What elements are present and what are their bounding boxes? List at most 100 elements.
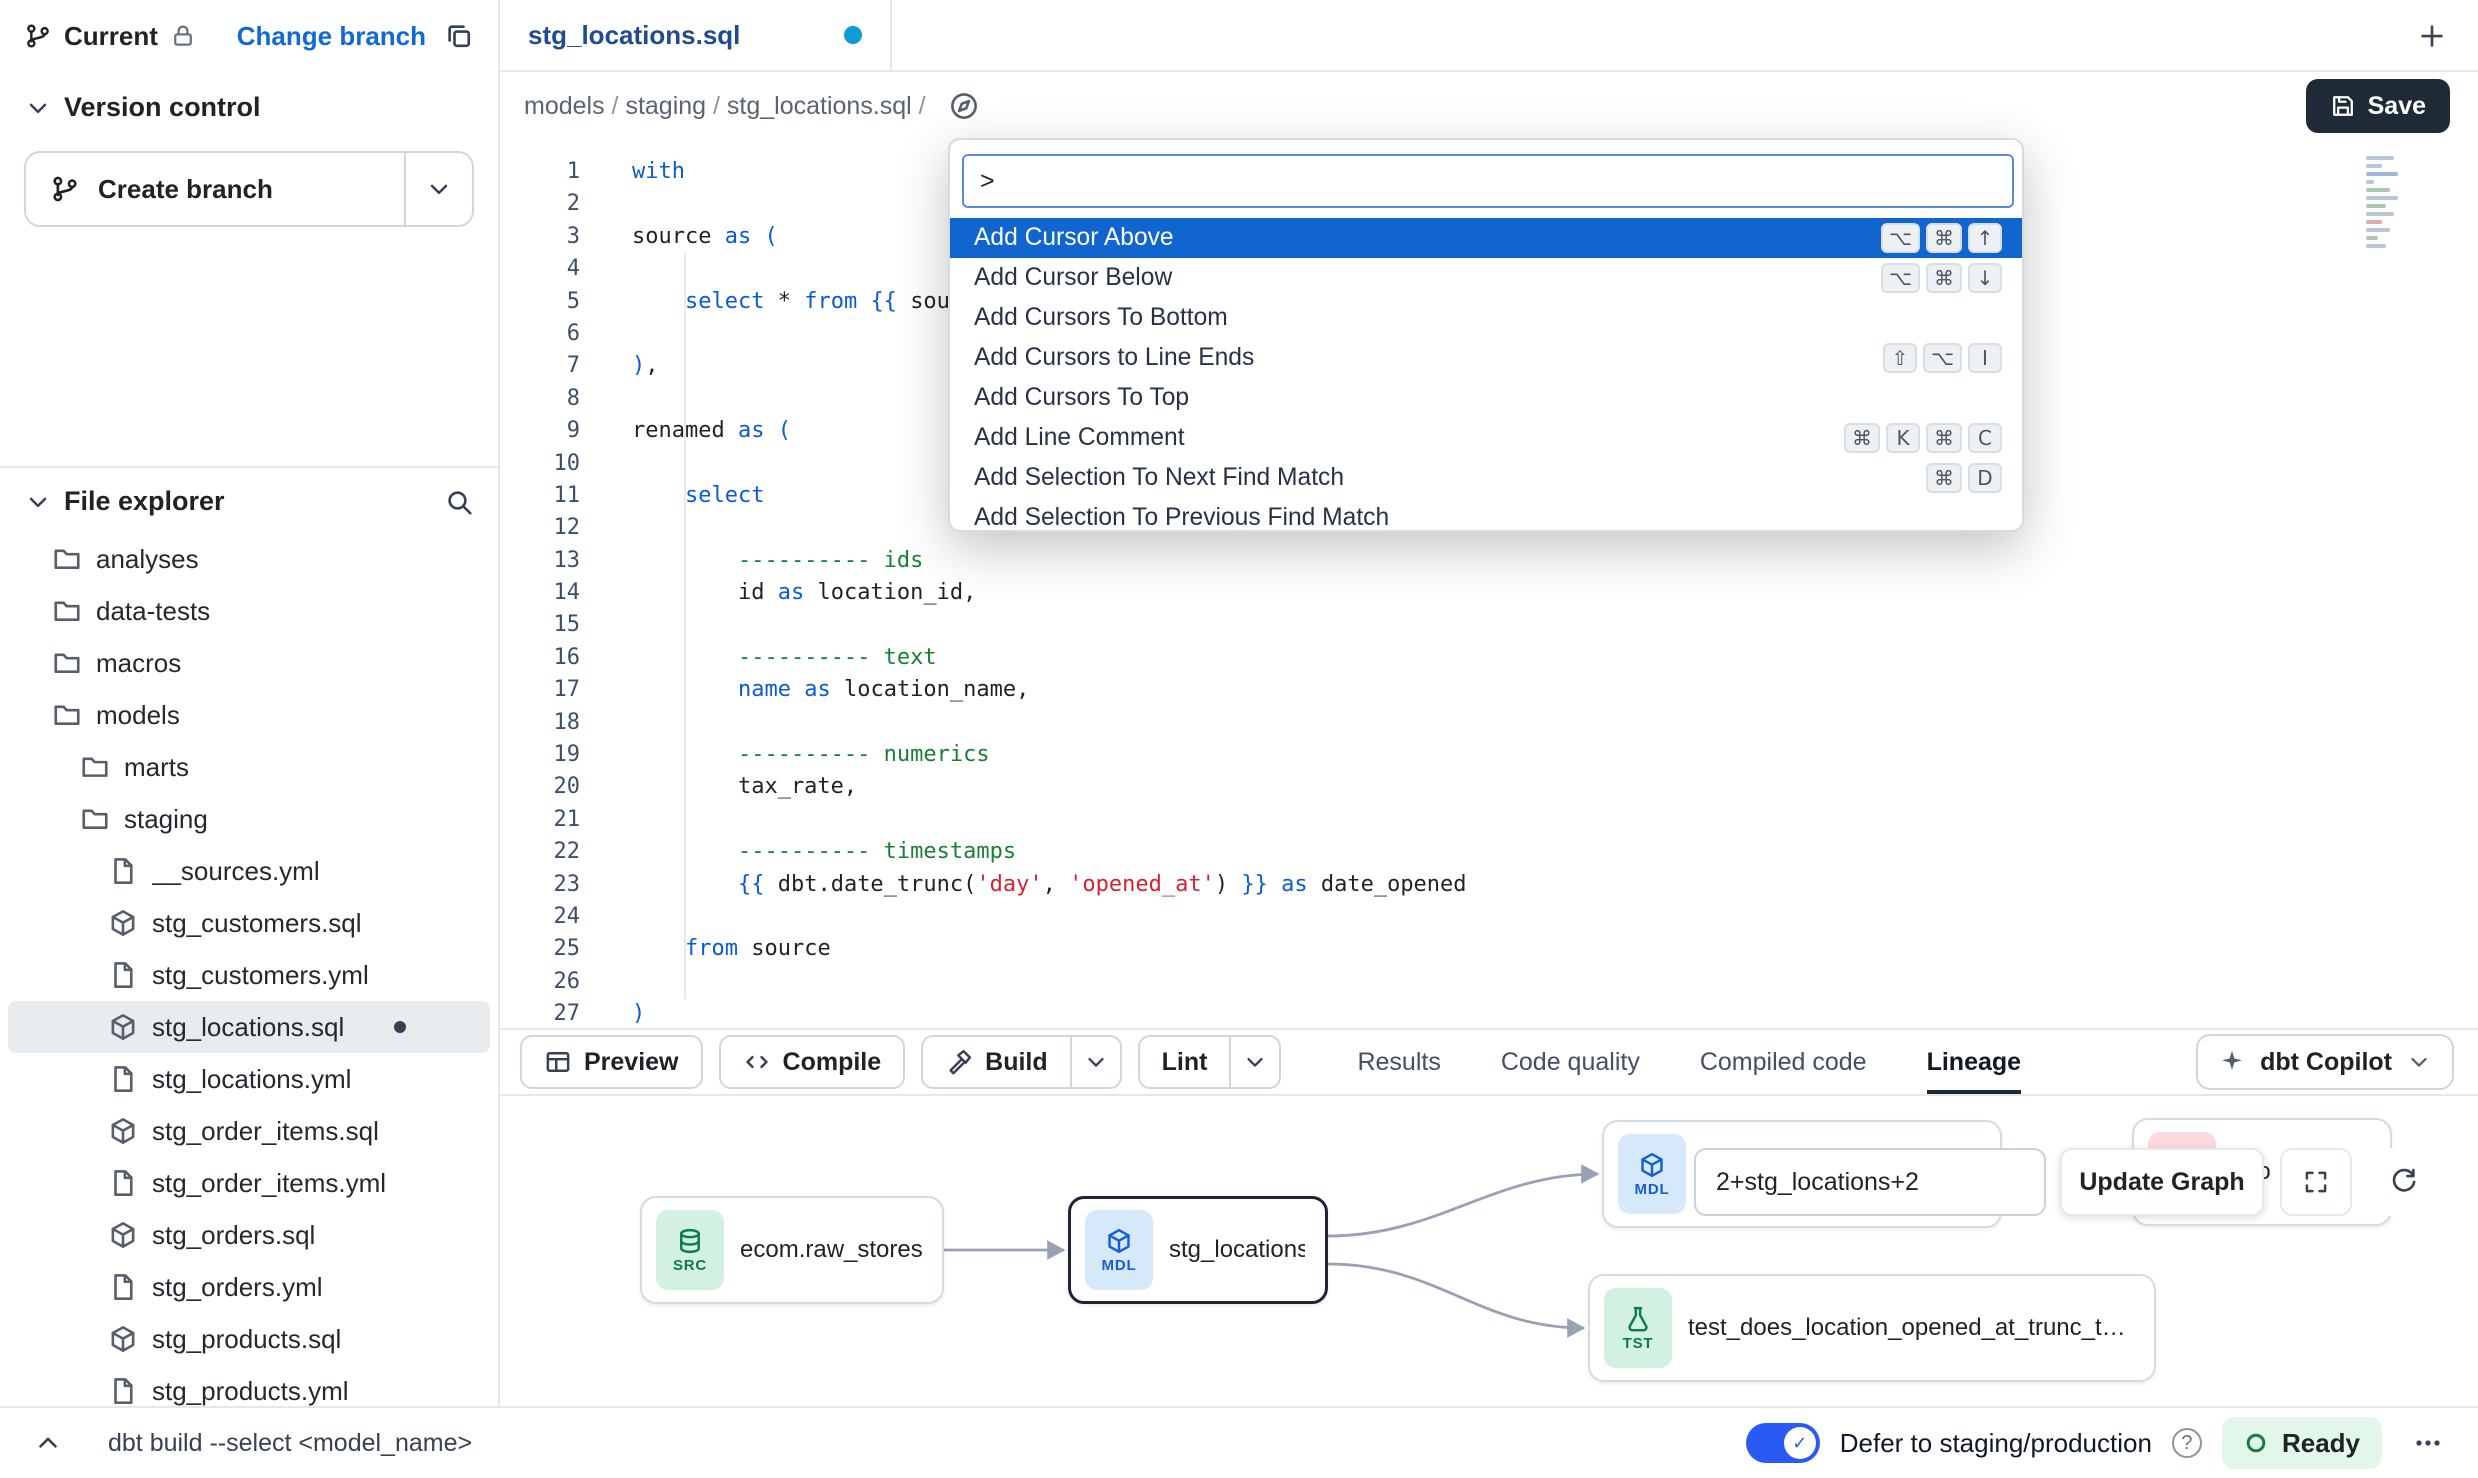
file-name: stg_products.yml bbox=[152, 1376, 349, 1407]
node-type-tile: SRC bbox=[656, 1210, 724, 1290]
file-tree-item[interactable]: __sources.yml bbox=[8, 845, 490, 897]
file-name: analyses bbox=[96, 544, 199, 575]
code-line[interactable]: 23 {{ dbt.date_trunc('day', 'opened_at')… bbox=[500, 869, 2478, 901]
lineage-node[interactable]: TSTtest_does_location_opened_at_trunc_t… bbox=[1588, 1274, 2156, 1382]
update-graph-button[interactable]: Update Graph bbox=[2060, 1148, 2264, 1216]
lineage-search-input[interactable] bbox=[1694, 1148, 2046, 1216]
code-line[interactable]: 24 bbox=[500, 901, 2478, 933]
line-number: 17 bbox=[500, 674, 612, 706]
tab-stg-locations[interactable]: stg_locations.sql bbox=[500, 0, 892, 70]
code-line[interactable]: 15 bbox=[500, 609, 2478, 641]
file-tree-item[interactable]: stg_products.yml bbox=[8, 1365, 490, 1406]
command-shortcut: ⌘D bbox=[1926, 463, 2002, 493]
breadcrumb-row: models staging stg_locations.sql Save bbox=[500, 72, 2478, 140]
panel-tab-results[interactable]: Results bbox=[1357, 1030, 1440, 1094]
keycap: ↓ bbox=[1968, 263, 2002, 293]
file-tree-item[interactable]: stg_order_items.sql bbox=[8, 1105, 490, 1157]
code-line[interactable]: 13 ---------- ids bbox=[500, 545, 2478, 577]
file-tree-item[interactable]: stg_products.sql bbox=[8, 1313, 490, 1365]
new-tab-button[interactable] bbox=[2410, 14, 2454, 58]
folder-icon bbox=[52, 700, 82, 730]
command-item[interactable]: Add Line Comment⌘K⌘C bbox=[950, 418, 2022, 458]
panel-tab-lineage[interactable]: Lineage bbox=[1927, 1030, 2021, 1094]
lineage-node[interactable]: MDLstg_locations bbox=[1068, 1196, 1328, 1304]
line-content bbox=[612, 512, 632, 544]
ready-status-badge[interactable]: Ready bbox=[2222, 1417, 2382, 1469]
file-tree-item[interactable]: stg_orders.sql bbox=[8, 1209, 490, 1261]
chevron-down-icon bbox=[1083, 1049, 1109, 1075]
file-tree-item[interactable]: marts bbox=[8, 741, 490, 793]
command-item[interactable]: Add Cursors To Bottom bbox=[950, 298, 2022, 338]
file-tree-item[interactable]: data-tests bbox=[8, 585, 490, 637]
command-item[interactable]: Add Cursor Above⌥⌘↑ bbox=[950, 218, 2022, 258]
copy-icon[interactable] bbox=[444, 21, 474, 51]
minimap[interactable] bbox=[2366, 156, 2426, 248]
panel-tab-compiled-code[interactable]: Compiled code bbox=[1700, 1030, 1867, 1094]
code-line[interactable]: 27) bbox=[500, 998, 2478, 1028]
file-tree-item[interactable]: stg_customers.sql bbox=[8, 897, 490, 949]
command-palette-input[interactable] bbox=[962, 154, 2014, 208]
line-content: from source bbox=[612, 933, 831, 965]
line-number: 22 bbox=[500, 836, 612, 868]
compile-button[interactable]: Compile bbox=[719, 1035, 906, 1089]
command-item[interactable]: Add Cursors To Top bbox=[950, 378, 2022, 418]
code-line[interactable]: 22 ---------- timestamps bbox=[500, 836, 2478, 868]
build-split: Build bbox=[921, 1035, 1122, 1089]
lint-dropdown[interactable] bbox=[1229, 1035, 1281, 1089]
code-line[interactable]: 20 tax_rate, bbox=[500, 771, 2478, 803]
file-tree-item[interactable]: analyses bbox=[8, 533, 490, 585]
line-number: 27 bbox=[500, 998, 612, 1028]
line-number: 14 bbox=[500, 577, 612, 609]
line-number: 12 bbox=[500, 512, 612, 544]
file-tree-item[interactable]: stg_locations.sql bbox=[8, 1001, 490, 1053]
command-item[interactable]: Add Cursors to Line Ends⇧⌥I bbox=[950, 338, 2022, 378]
file-tree-item[interactable]: stg_locations.yml bbox=[8, 1053, 490, 1105]
build-label: Build bbox=[985, 1048, 1048, 1077]
file-explorer-header[interactable]: File explorer bbox=[0, 468, 498, 529]
create-branch-button[interactable]: Create branch bbox=[26, 153, 404, 225]
help-icon[interactable]: ? bbox=[2172, 1428, 2202, 1458]
file-tree-item[interactable]: staging bbox=[8, 793, 490, 845]
dbt-copilot-button[interactable]: dbt Copilot bbox=[2196, 1034, 2454, 1090]
hammer-icon bbox=[945, 1048, 973, 1076]
code-line[interactable]: 14 id as location_id, bbox=[500, 577, 2478, 609]
version-control-header[interactable]: Version control bbox=[24, 92, 474, 123]
breadcrumb-models[interactable]: models bbox=[524, 92, 625, 121]
code-line[interactable]: 18 bbox=[500, 707, 2478, 739]
version-control-title: Version control bbox=[64, 92, 261, 123]
build-dropdown[interactable] bbox=[1070, 1035, 1122, 1089]
file-tree-item[interactable]: stg_order_items.yml bbox=[8, 1157, 490, 1209]
code-line[interactable]: 25 from source bbox=[500, 933, 2478, 965]
code-line[interactable]: 19 ---------- numerics bbox=[500, 739, 2478, 771]
file-tree-item[interactable]: models bbox=[8, 689, 490, 741]
change-branch-link[interactable]: Change branch bbox=[237, 21, 426, 52]
file-tree-item[interactable]: macros bbox=[8, 637, 490, 689]
build-button[interactable]: Build bbox=[921, 1035, 1070, 1089]
defer-toggle[interactable]: ✓ bbox=[1746, 1423, 1820, 1463]
lint-button[interactable]: Lint bbox=[1138, 1035, 1230, 1089]
file-tree-item[interactable]: stg_orders.yml bbox=[8, 1261, 490, 1313]
code-line[interactable]: 17 name as location_name, bbox=[500, 674, 2478, 706]
current-branch[interactable]: Current bbox=[24, 21, 196, 52]
lineage-canvas[interactable]: Update Graph SRCecom.raw_stores MDLstg_lo… bbox=[500, 1096, 2478, 1406]
command-item[interactable]: Add Cursor Below⌥⌘↓ bbox=[950, 258, 2022, 298]
file-tree-item[interactable]: stg_customers.yml bbox=[8, 949, 490, 1001]
panel-tab-code-quality[interactable]: Code quality bbox=[1501, 1030, 1640, 1094]
breadcrumb-staging[interactable]: staging bbox=[625, 92, 726, 121]
search-icon[interactable] bbox=[444, 487, 474, 517]
file-name: stg_order_items.yml bbox=[152, 1168, 386, 1199]
command-item[interactable]: Add Selection To Previous Find Match bbox=[950, 498, 2022, 532]
expand-console-button[interactable] bbox=[24, 1419, 72, 1467]
save-button[interactable]: Save bbox=[2306, 79, 2450, 133]
create-branch-dropdown[interactable] bbox=[404, 153, 472, 225]
code-line[interactable]: 16 ---------- text bbox=[500, 642, 2478, 674]
more-options-button[interactable] bbox=[2402, 1417, 2454, 1469]
command-item[interactable]: Add Selection To Next Find Match⌘D bbox=[950, 458, 2022, 498]
preview-button[interactable]: Preview bbox=[520, 1035, 703, 1089]
code-line[interactable]: 26 bbox=[500, 966, 2478, 998]
lineage-node[interactable]: SRCecom.raw_stores bbox=[640, 1196, 944, 1304]
refresh-button[interactable] bbox=[2368, 1148, 2440, 1216]
fullscreen-button[interactable] bbox=[2280, 1148, 2352, 1216]
code-line[interactable]: 21 bbox=[500, 804, 2478, 836]
compass-icon[interactable] bbox=[949, 91, 979, 121]
